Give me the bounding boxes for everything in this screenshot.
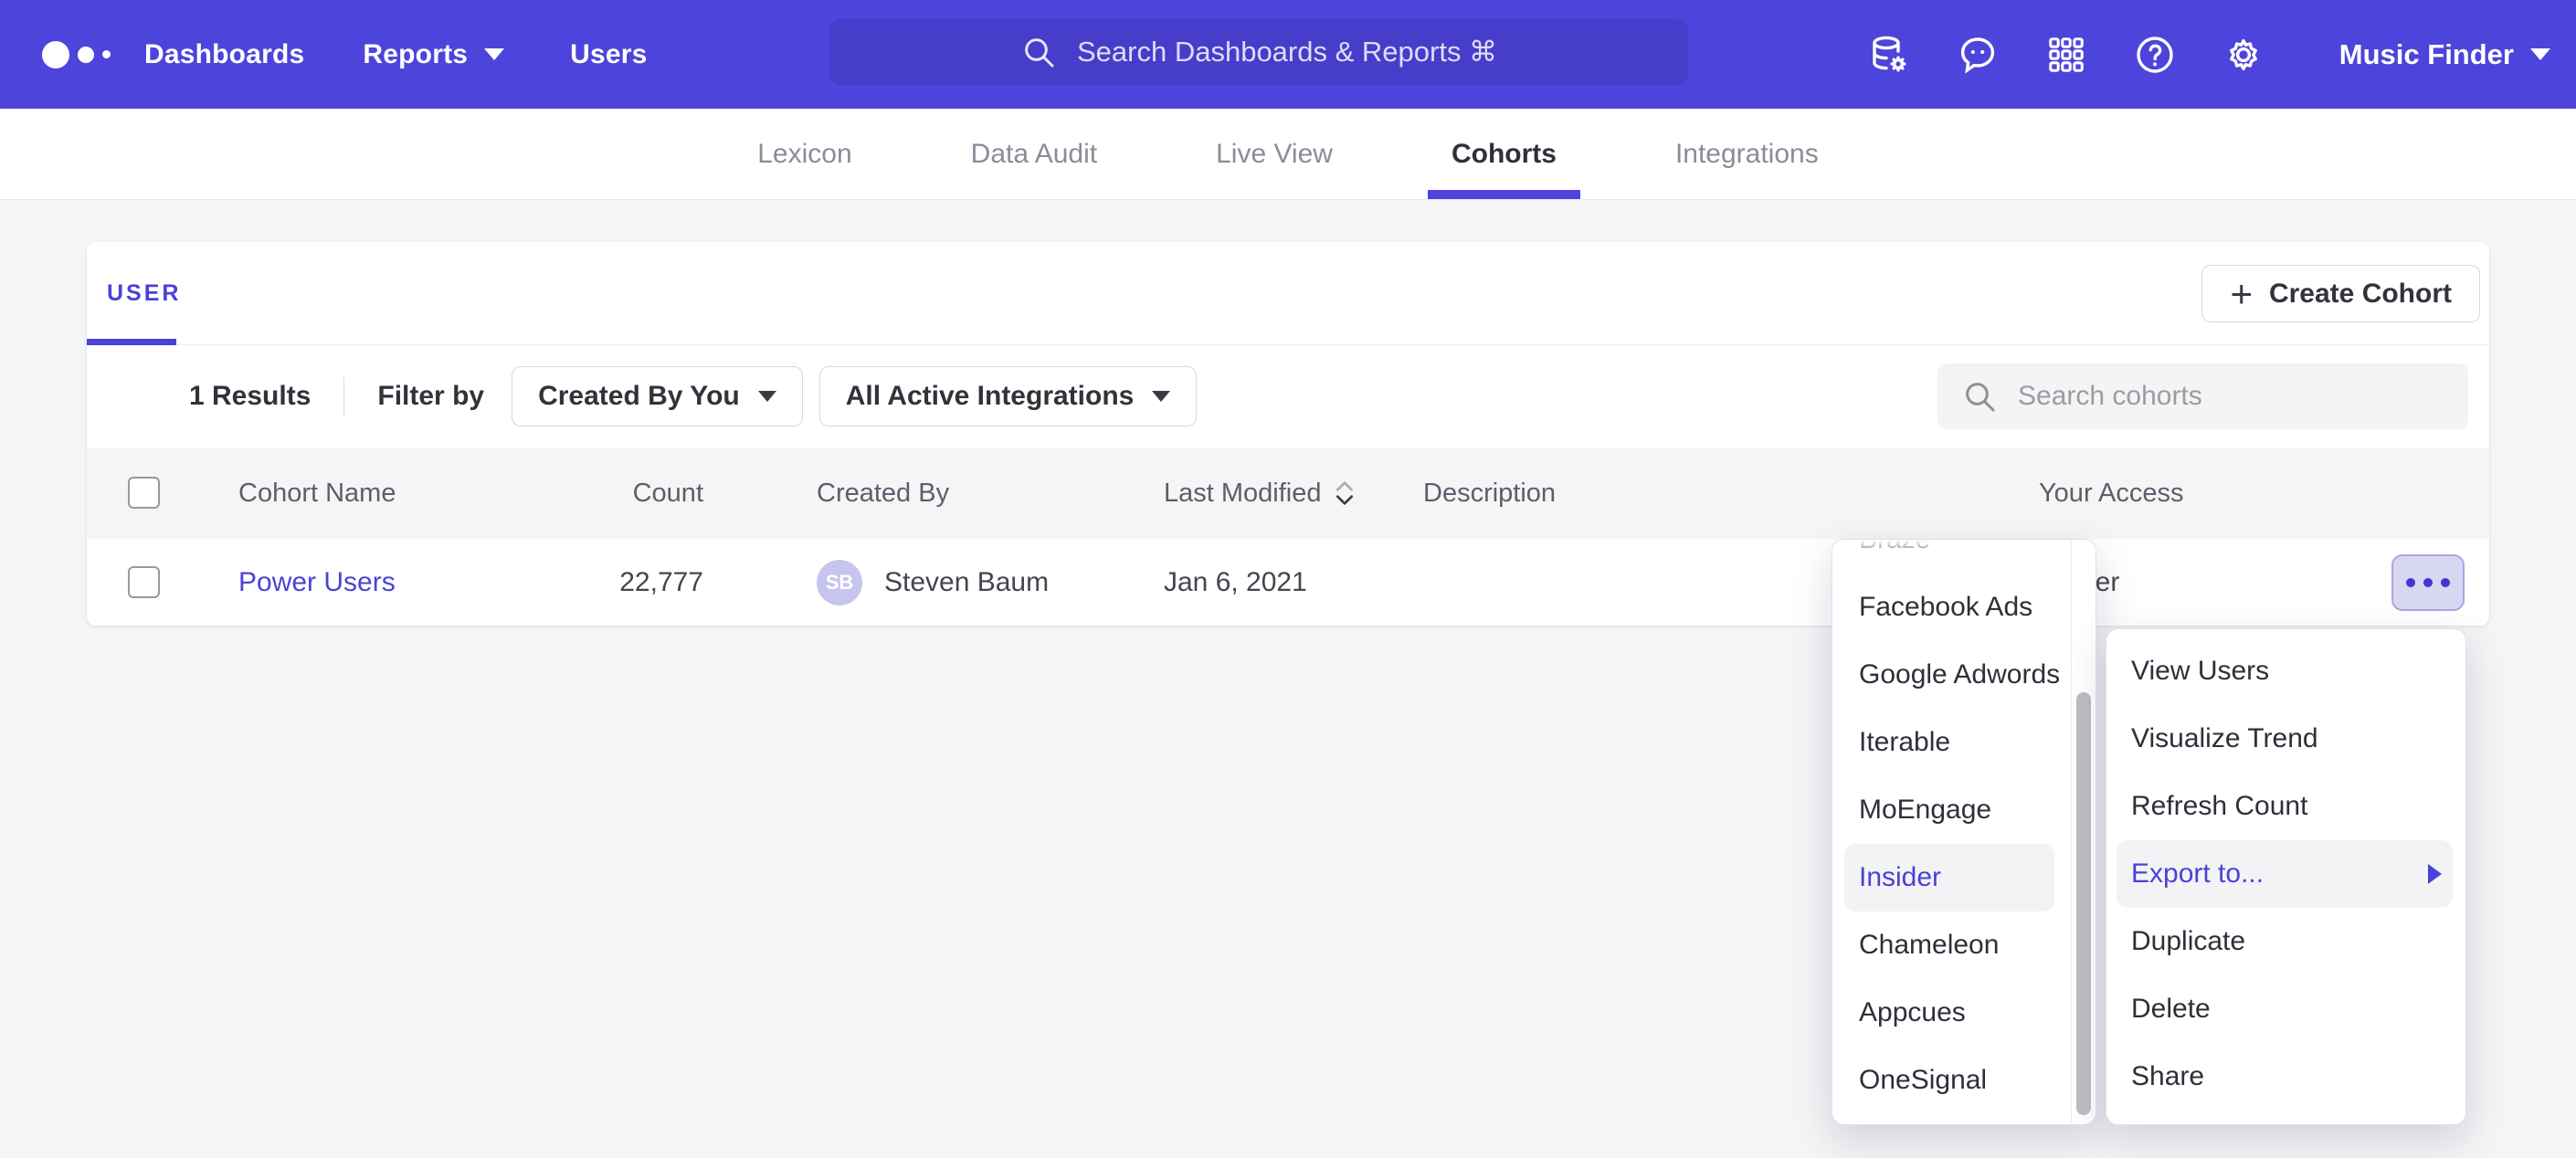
submenu-scrollbar-track[interactable] — [2071, 540, 2096, 1124]
select-all-checkbox[interactable] — [128, 477, 160, 509]
filter-created-by-dropdown[interactable]: Created By You — [512, 366, 803, 426]
chevron-down-icon — [2530, 48, 2550, 60]
search-icon — [1961, 378, 1998, 415]
apps-grid-icon[interactable] — [2044, 33, 2088, 77]
navbar-right-group: Music Finder — [1867, 0, 2550, 109]
avatar: SB — [817, 560, 862, 605]
row-checkbox[interactable] — [128, 566, 160, 598]
table-header: Cohort Name Count Created By Last Modifi… — [87, 447, 2489, 539]
feedback-icon[interactable] — [1956, 33, 2000, 77]
tab-integrations[interactable]: Integrations — [1652, 109, 1842, 199]
export-submenu: Braze Facebook Ads Google Adwords Iterab… — [1832, 539, 2096, 1125]
top-navbar: Dashboards Reports Users — [0, 0, 2576, 109]
filter-integrations-dropdown[interactable]: All Active Integrations — [819, 366, 1198, 426]
search-icon — [1020, 34, 1057, 70]
submenu-item-braze[interactable]: Braze — [1844, 539, 2054, 574]
tab-cohorts[interactable]: Cohorts — [1428, 109, 1580, 199]
tab-data-audit[interactable]: Data Audit — [947, 109, 1121, 199]
col-header-cohort-name[interactable]: Cohort Name — [238, 447, 396, 539]
table-row[interactable]: Power Users 22,777 SB Steven Baum Jan 6,… — [87, 539, 2489, 626]
cohort-type-tabs: USER + Create Cohort — [87, 242, 2489, 345]
brand-logo-icon[interactable] — [42, 41, 121, 68]
menu-item-export-to[interactable]: Export to... — [2117, 840, 2453, 908]
project-selector[interactable]: Music Finder — [2339, 38, 2550, 71]
section-tabbar: Lexicon Data Audit Live View Cohorts Int… — [0, 109, 2576, 200]
created-by-cell: SB Steven Baum — [817, 539, 1049, 626]
menu-item-duplicate[interactable]: Duplicate — [2117, 908, 2453, 975]
nav-link-reports[interactable]: Reports — [363, 39, 504, 70]
col-header-your-access[interactable]: Your Access — [2039, 447, 2184, 539]
global-search[interactable] — [829, 19, 1688, 85]
col-header-last-modified[interactable]: Last Modified — [1164, 447, 1355, 539]
tab-lexicon[interactable]: Lexicon — [734, 109, 875, 199]
chevron-down-icon — [758, 391, 776, 402]
project-name: Music Finder — [2339, 38, 2514, 71]
submenu-item-iterable[interactable]: Iterable — [1844, 709, 2054, 776]
submenu-item-moengage[interactable]: MoEngage — [1844, 776, 2054, 844]
submenu-item-chameleon[interactable]: Chameleon — [1844, 911, 2054, 979]
chevron-down-icon — [1152, 391, 1170, 402]
row-context-menu: View Users Visualize Trend Refresh Count… — [2106, 628, 2466, 1125]
create-cohort-button[interactable]: + Create Cohort — [2201, 265, 2480, 322]
submenu-item-google-adwords[interactable]: Google Adwords — [1844, 641, 2054, 709]
global-search-input[interactable] — [1077, 36, 1497, 68]
more-options-icon — [2406, 578, 2415, 587]
cohort-search-input[interactable] — [2018, 381, 2420, 412]
settings-gear-icon[interactable] — [2222, 33, 2265, 77]
last-modified-cell: Jan 6, 2021 — [1164, 539, 1307, 626]
row-actions-button[interactable] — [2391, 554, 2465, 611]
export-submenu-list: Braze Facebook Ads Google Adwords Iterab… — [1832, 539, 2096, 1114]
active-tab-indicator — [1428, 190, 1580, 199]
sort-icon — [1335, 480, 1355, 506]
cohort-search[interactable] — [1937, 363, 2468, 429]
submenu-item-appcues[interactable]: Appcues — [1844, 979, 2054, 1047]
submenu-item-insider[interactable]: Insider — [1844, 844, 2054, 911]
cohort-count: 22,777 — [521, 539, 703, 626]
created-by-name: Steven Baum — [884, 567, 1049, 598]
submenu-item-onesignal[interactable]: OneSignal — [1844, 1047, 2054, 1114]
menu-item-delete[interactable]: Delete — [2117, 975, 2453, 1043]
menu-item-share[interactable]: Share — [2117, 1043, 2453, 1111]
col-header-created-by[interactable]: Created By — [817, 447, 949, 539]
filter-by-label: Filter by — [377, 381, 484, 412]
tab-live-view[interactable]: Live View — [1192, 109, 1357, 199]
col-header-count[interactable]: Count — [521, 447, 703, 539]
divider — [343, 377, 344, 416]
menu-item-refresh-count[interactable]: Refresh Count — [2117, 773, 2453, 840]
col-header-description[interactable]: Description — [1423, 447, 1556, 539]
tab-user-cohorts[interactable]: USER — [107, 280, 181, 307]
menu-item-view-users[interactable]: View Users — [2117, 637, 2453, 705]
submenu-item-facebook-ads[interactable]: Facebook Ads — [1844, 574, 2054, 641]
submenu-scrollbar-thumb[interactable] — [2076, 692, 2091, 1115]
cohorts-card: USER + Create Cohort 1 Results Filter by… — [87, 242, 2489, 626]
filter-toolbar: 1 Results Filter by Created By You All A… — [87, 345, 2489, 447]
nav-link-dashboards[interactable]: Dashboards — [144, 39, 304, 70]
nav-link-users[interactable]: Users — [570, 39, 647, 70]
submenu-arrow-icon — [2428, 864, 2442, 884]
data-settings-icon[interactable] — [1867, 33, 1911, 77]
active-type-tab-indicator — [87, 339, 176, 345]
menu-item-visualize-trend[interactable]: Visualize Trend — [2117, 705, 2453, 773]
results-count: 1 Results — [189, 381, 311, 412]
cohort-name-link[interactable]: Power Users — [238, 539, 396, 626]
chevron-down-icon — [484, 48, 504, 60]
help-icon[interactable] — [2133, 33, 2177, 77]
